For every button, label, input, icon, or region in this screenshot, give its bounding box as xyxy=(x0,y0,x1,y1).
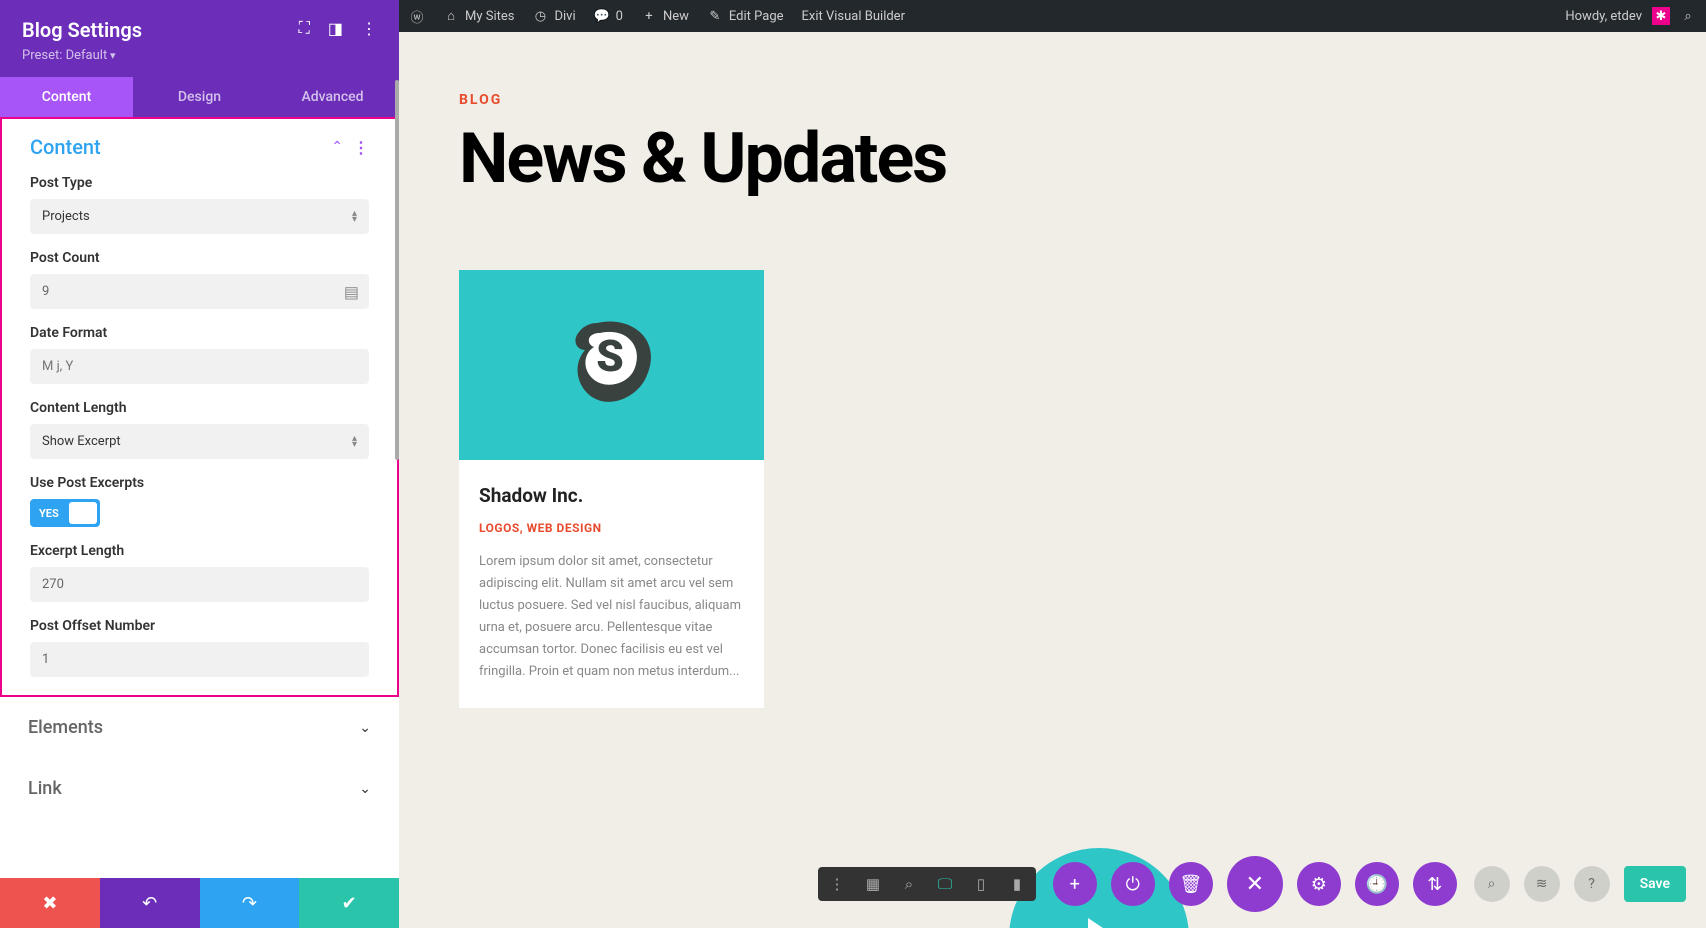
trash-button[interactable]: 🗑 xyxy=(1169,862,1213,906)
link-section[interactable]: Link ⌄ xyxy=(0,758,399,819)
add-button[interactable]: + xyxy=(1053,862,1097,906)
settings-button[interactable]: ⚙ xyxy=(1297,862,1341,906)
portability-button[interactable]: ⇅ xyxy=(1413,862,1457,906)
excerpt-length-label: Excerpt Length xyxy=(30,543,369,559)
card-meta: LOGOS, WEB DESIGN xyxy=(479,521,744,535)
toolbar-options-icon[interactable]: ⋮ xyxy=(828,875,846,893)
undo-button[interactable]: ↶ xyxy=(100,878,200,928)
expand-icon[interactable]: ⛶ xyxy=(299,18,310,38)
page-heading: News & Updates xyxy=(459,118,1646,200)
search-icon: ⌕ xyxy=(1680,8,1696,24)
dock-icon[interactable]: ◨ xyxy=(328,19,343,38)
content-length-select[interactable]: Show Excerpt xyxy=(30,424,369,459)
search-builder-button[interactable]: ⌕ xyxy=(1474,866,1510,902)
close-builder-button[interactable]: ✕ xyxy=(1227,856,1283,912)
blog-card[interactable]: S Shadow Inc. LOGOS, WEB DESIGN Lorem ip… xyxy=(459,270,764,708)
chevron-up-icon: ⌃ xyxy=(331,139,343,155)
svg-text:S: S xyxy=(596,330,624,382)
panel-body: Content ⌃ ⋮ Post Type Projects Post Count… xyxy=(0,117,399,878)
wireframe-view-icon[interactable]: ▦ xyxy=(864,875,882,893)
avatar[interactable]: ✱ xyxy=(1652,7,1670,25)
settings-tabs: Content Design Advanced xyxy=(0,77,399,117)
desktop-view-icon[interactable]: 🖵 xyxy=(936,875,954,893)
confirm-button[interactable]: ✔ xyxy=(299,878,399,928)
tab-design[interactable]: Design xyxy=(133,77,266,117)
my-sites-link[interactable]: ⌂My Sites xyxy=(443,8,514,24)
page-canvas: BLOG News & Updates S Shadow Inc. LOGOS,… xyxy=(399,32,1706,928)
redo-button[interactable]: ↷ xyxy=(200,878,300,928)
blog-label: BLOG xyxy=(459,92,1646,108)
play-icon xyxy=(1088,918,1118,928)
select-caret-icon xyxy=(352,211,357,223)
history-button[interactable]: 🕘 xyxy=(1355,862,1399,906)
settings-sidebar: Blog Settings Preset: Default ⛶ ◨ ⋮ Cont… xyxy=(0,0,399,928)
tab-advanced[interactable]: Advanced xyxy=(266,77,399,117)
howdy-link[interactable]: Howdy, etdev xyxy=(1565,9,1642,24)
builder-bottom-bar: ⋮ ▦ ⌕ 🖵 ▯ ▮ + ⏻ 🗑 ✕ ⚙ 🕘 ⇅ ⌕ ≋ ? Save xyxy=(798,856,1706,912)
cancel-button[interactable]: ✖ xyxy=(0,878,100,928)
exit-builder-link[interactable]: Exit Visual Builder xyxy=(802,9,905,24)
power-button[interactable]: ⏻ xyxy=(1111,862,1155,906)
post-type-select[interactable]: Projects xyxy=(30,199,369,234)
save-button[interactable]: Save xyxy=(1624,866,1686,902)
zoom-icon[interactable]: ⌕ xyxy=(900,875,918,893)
logo-shape-icon: S xyxy=(552,305,672,425)
comments-link[interactable]: 💬0 xyxy=(594,8,623,24)
layers-button[interactable]: ≋ xyxy=(1524,866,1560,902)
view-toolbar: ⋮ ▦ ⌕ 🖵 ▯ ▮ xyxy=(818,867,1036,901)
site-name-link[interactable]: ◷Divi xyxy=(532,8,575,24)
tab-content[interactable]: Content xyxy=(0,77,133,117)
content-section-header[interactable]: Content ⌃ ⋮ xyxy=(2,119,397,167)
date-format-input[interactable] xyxy=(30,349,369,384)
tablet-view-icon[interactable]: ▯ xyxy=(972,875,990,893)
chevron-down-icon: ⌄ xyxy=(359,781,371,797)
chevron-down-icon: ⌄ xyxy=(359,720,371,736)
phone-view-icon[interactable]: ▮ xyxy=(1008,875,1026,893)
help-button[interactable]: ? xyxy=(1574,866,1610,902)
gauge-icon: ◷ xyxy=(532,8,548,24)
new-link[interactable]: +New xyxy=(641,8,689,24)
content-length-label: Content Length xyxy=(30,400,369,416)
admin-search-icon[interactable]: ⌕ xyxy=(1680,8,1696,24)
toggle-knob xyxy=(69,502,97,524)
card-text: Lorem ipsum dolor sit amet, consectetur … xyxy=(479,551,744,684)
content-section-title: Content xyxy=(30,135,101,159)
section-options-icon[interactable]: ⋮ xyxy=(353,138,369,157)
elements-section[interactable]: Elements ⌄ xyxy=(0,697,399,758)
panel-footer: ✖ ↶ ↷ ✔ xyxy=(0,878,399,928)
post-offset-label: Post Offset Number xyxy=(30,618,369,634)
comment-icon: 💬 xyxy=(594,8,610,24)
panel-title: Blog Settings xyxy=(22,18,299,42)
wp-logo[interactable]: ⓦ xyxy=(409,8,425,24)
panel-options-icon[interactable]: ⋮ xyxy=(361,19,377,38)
use-excerpts-label: Use Post Excerpts xyxy=(30,475,369,491)
post-type-label: Post Type xyxy=(30,175,369,191)
content-section-highlight: Content ⌃ ⋮ Post Type Projects Post Count… xyxy=(0,117,399,697)
wp-admin-bar: ⓦ ⌂My Sites ◷Divi 💬0 +New ✎Edit Page Exi… xyxy=(399,0,1706,32)
home-icon: ⌂ xyxy=(443,8,459,24)
post-count-input[interactable] xyxy=(30,274,369,309)
dynamic-content-icon[interactable]: ▤ xyxy=(344,282,359,301)
post-offset-input[interactable] xyxy=(30,642,369,677)
preset-dropdown[interactable]: Preset: Default xyxy=(22,48,299,63)
card-image: S xyxy=(459,270,764,460)
excerpt-length-input[interactable] xyxy=(30,567,369,602)
use-excerpts-toggle[interactable]: YES xyxy=(30,499,100,527)
edit-page-link[interactable]: ✎Edit Page xyxy=(707,8,784,24)
card-title: Shadow Inc. xyxy=(479,484,744,507)
panel-header: Blog Settings Preset: Default ⛶ ◨ ⋮ xyxy=(0,0,399,77)
plus-icon: + xyxy=(641,8,657,24)
post-count-label: Post Count xyxy=(30,250,369,266)
select-caret-icon xyxy=(352,436,357,448)
pencil-icon: ✎ xyxy=(707,8,723,24)
date-format-label: Date Format xyxy=(30,325,369,341)
